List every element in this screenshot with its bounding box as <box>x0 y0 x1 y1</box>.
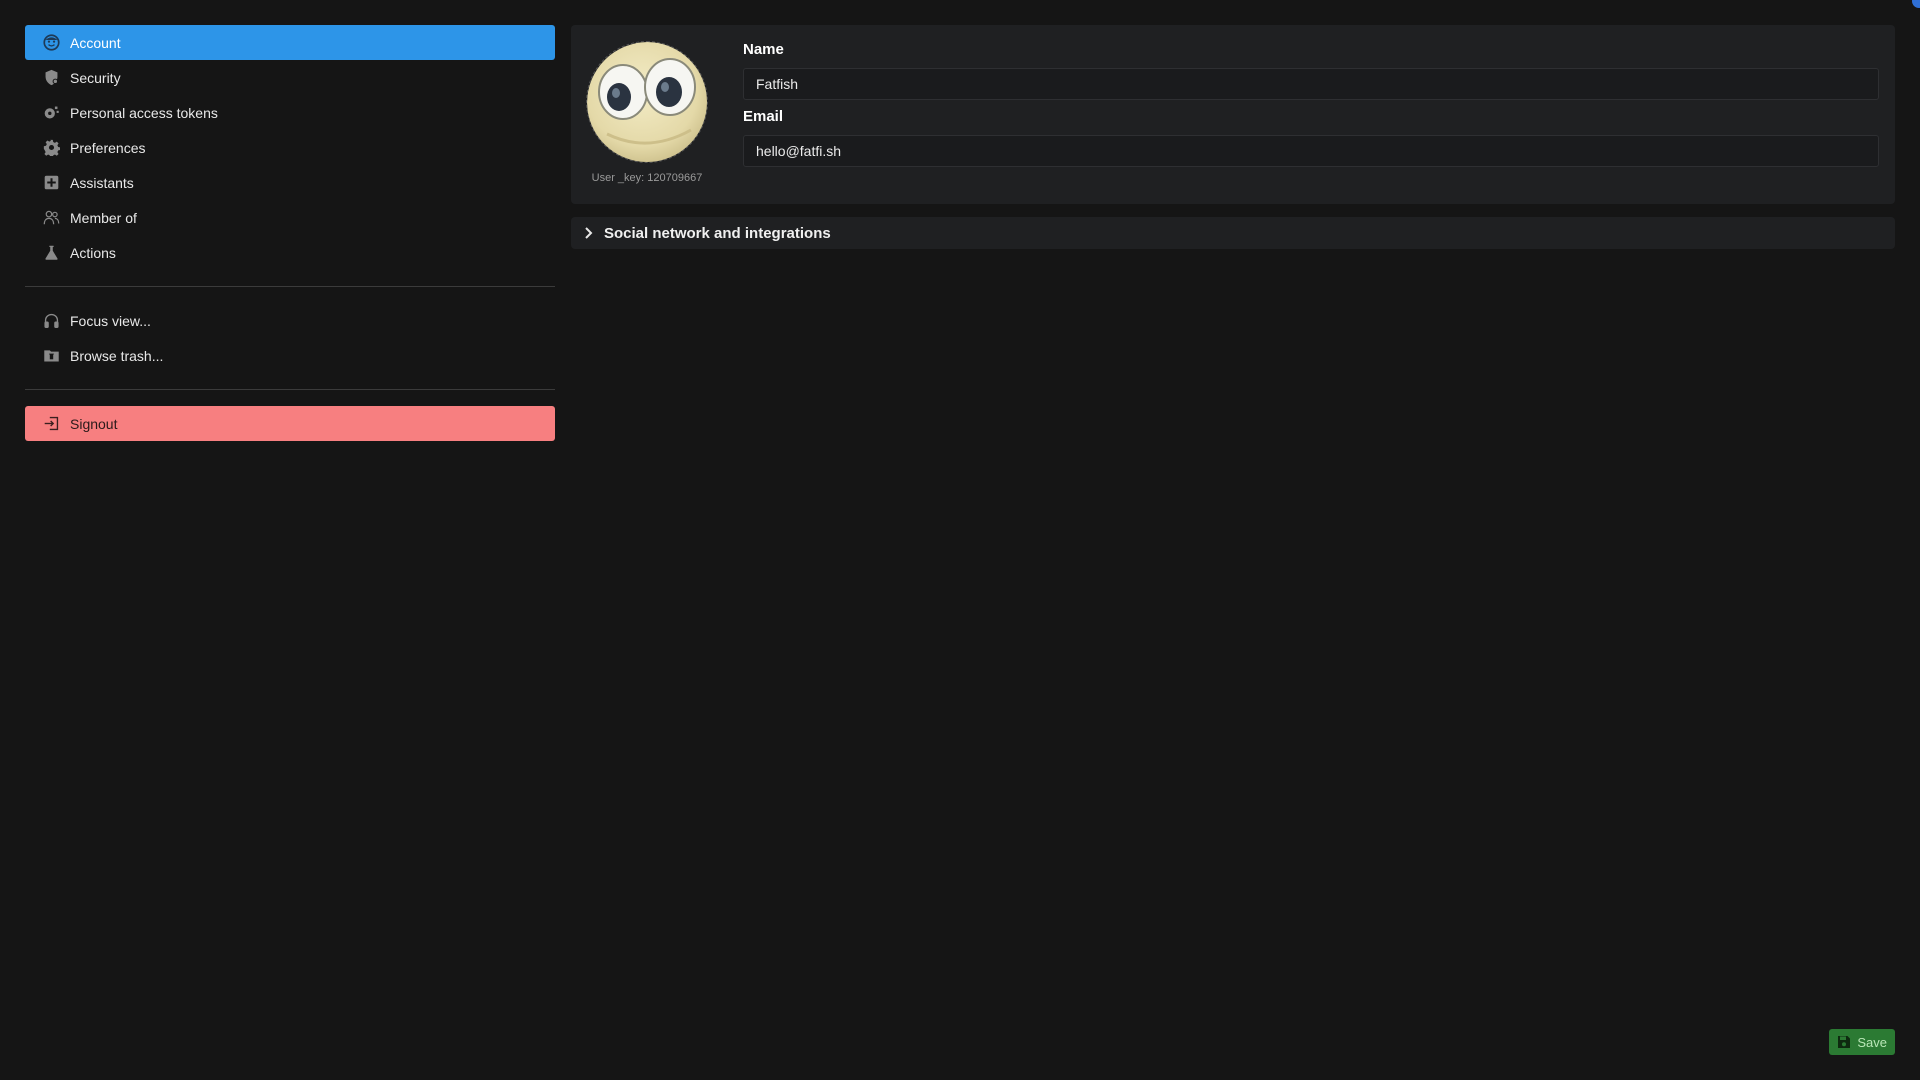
sidebar-item-assistants[interactable]: Assistants <box>25 165 555 200</box>
key-icon <box>42 104 60 122</box>
app-window: Account Security Personal access tokens … <box>0 0 1920 1080</box>
avatar[interactable] <box>586 41 708 163</box>
sidebar-signout-group: Signout <box>25 406 555 441</box>
social-network-toggle[interactable]: Social network and integrations <box>571 217 1895 249</box>
sidebar-divider <box>25 389 555 390</box>
social-network-label: Social network and integrations <box>604 224 831 242</box>
sidebar-item-label: Focus view... <box>70 312 151 329</box>
sidebar-item-label: Security <box>70 69 121 86</box>
sign-out-icon <box>42 415 60 433</box>
shield-icon <box>42 69 60 87</box>
signout-label: Signout <box>70 415 118 432</box>
sidebar-item-label: Personal access tokens <box>70 104 218 121</box>
sidebar-divider <box>25 286 555 287</box>
avatar-container: User _key: 120709667 <box>586 41 708 184</box>
name-label: Name <box>743 41 784 58</box>
sidebar: Account Security Personal access tokens … <box>25 25 555 441</box>
profile-card: User _key: 120709667 Name Email <box>571 25 1895 204</box>
sidebar-item-label: Account <box>70 34 121 51</box>
robot-icon <box>42 174 60 192</box>
trash-folder-icon <box>42 347 60 365</box>
sidebar-item-account[interactable]: Account <box>25 25 555 60</box>
sidebar-primary-menu: Account Security Personal access tokens … <box>25 25 555 270</box>
email-label: Email <box>743 108 784 125</box>
sidebar-item-preferences[interactable]: Preferences <box>25 130 555 165</box>
sidebar-item-label: Assistants <box>70 174 134 191</box>
flask-icon <box>42 244 60 262</box>
name-input[interactable] <box>743 68 1879 100</box>
sidebar-item-label: Actions <box>70 244 116 261</box>
chevron-right-icon <box>580 225 596 241</box>
notification-dot <box>1912 0 1920 8</box>
save-button[interactable]: Save <box>1829 1029 1895 1055</box>
signout-button[interactable]: Signout <box>25 406 555 441</box>
sidebar-item-personal-access-tokens[interactable]: Personal access tokens <box>25 95 555 130</box>
user-face-icon <box>42 34 60 52</box>
sidebar-item-label: Member of <box>70 209 137 226</box>
headphones-icon <box>42 312 60 330</box>
floppy-disk-icon <box>1837 1035 1851 1049</box>
sidebar-item-member-of[interactable]: Member of <box>25 200 555 235</box>
save-label: Save <box>1857 1034 1887 1050</box>
user-key-text: User _key: 120709667 <box>591 172 703 184</box>
sidebar-item-browse-trash[interactable]: Browse trash... <box>25 338 555 373</box>
sidebar-secondary-menu: Focus view... Browse trash... <box>25 303 555 373</box>
sidebar-item-actions[interactable]: Actions <box>25 235 555 270</box>
gear-icon <box>42 139 60 157</box>
sidebar-item-label: Browse trash... <box>70 347 164 364</box>
sidebar-item-focus-view[interactable]: Focus view... <box>25 303 555 338</box>
sidebar-item-label: Preferences <box>70 139 146 156</box>
email-input[interactable] <box>743 135 1879 167</box>
users-icon <box>42 209 60 227</box>
sidebar-item-security[interactable]: Security <box>25 60 555 95</box>
